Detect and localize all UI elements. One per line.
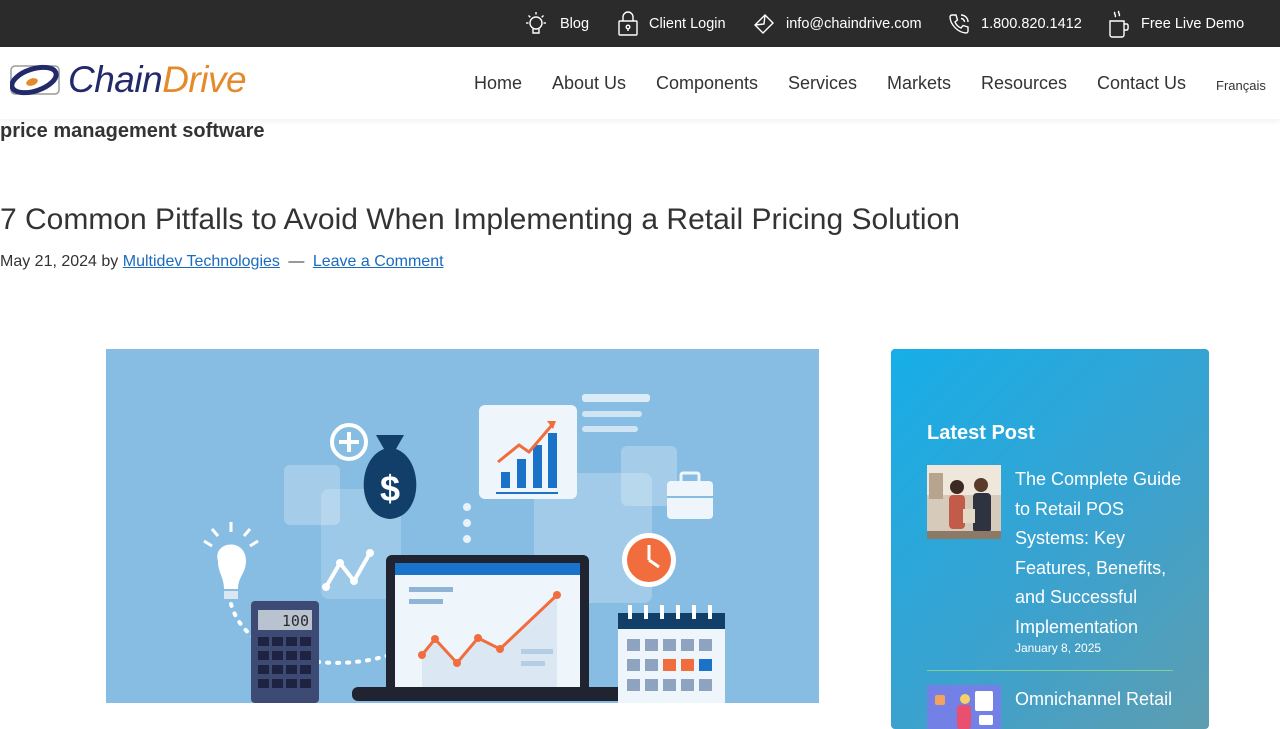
lock-icon (618, 10, 638, 36)
nav-contact-us[interactable]: Contact Us (1097, 47, 1186, 119)
growth-chart-card-icon (479, 405, 577, 499)
nav-language-francais[interactable]: Français (1216, 49, 1266, 121)
nav-about-us[interactable]: About Us (552, 47, 626, 119)
lightbulb-illustration-icon (203, 522, 259, 599)
post-date: May 21, 2024 (0, 253, 97, 270)
site-header: ChainDrive Home About Us Components Serv… (0, 47, 1280, 119)
post-author-link[interactable]: Multidev Technologies (123, 253, 280, 270)
envelope-icon (754, 13, 774, 34)
client-login-label: Client Login (649, 15, 726, 32)
money-bag-icon: $ (363, 435, 417, 519)
second-post-title-link[interactable]: Omnichannel Retail (1015, 685, 1185, 715)
sidebar-title: Latest Post (927, 422, 1035, 444)
latest-post-thumbnail[interactable] (927, 465, 1001, 539)
free-live-demo-label: Free Live Demo (1141, 15, 1245, 32)
blog-label: Blog (560, 15, 590, 32)
pos-shopping-photo (927, 465, 1001, 539)
coffee-cup-icon (1109, 10, 1129, 38)
pricing-illustration: $ 100 (203, 394, 725, 703)
archive-title: price management software (0, 120, 265, 142)
nav-home[interactable]: Home (474, 47, 522, 119)
free-live-demo-link[interactable]: Free Live Demo (1107, 0, 1244, 47)
nav-markets[interactable]: Markets (887, 47, 951, 119)
email-label: info@chaindrive.com (786, 15, 922, 32)
calendar-icon (618, 605, 725, 703)
latest-post-date: January 8, 2025 (1015, 641, 1102, 655)
calculator-display: 100 (282, 612, 309, 630)
nav-resources[interactable]: Resources (981, 47, 1067, 119)
logo-text-drive: Drive (162, 59, 247, 100)
lightbulb-icon (526, 11, 546, 34)
calculator-icon: 100 (251, 601, 319, 703)
clock-icon (622, 533, 676, 587)
logo-swoosh-icon (10, 64, 60, 96)
post-meta: May 21, 2024 by Multidev Technologies — … (0, 253, 444, 271)
logo-text-chain: Chain (68, 59, 163, 100)
sidebar-divider (927, 670, 1173, 671)
latest-post-sidebar: Latest Post The Complete Guide to Retail… (891, 349, 1209, 729)
second-post-thumbnail[interactable] (927, 685, 1001, 729)
laptop-icon (352, 555, 627, 701)
top-utility-bar: Blog Client Login info@chaindrive.com 1.… (0, 0, 1280, 47)
latest-post-title-link[interactable]: The Complete Guide to Retail POS Systems… (1015, 465, 1185, 642)
phone-label: 1.800.820.1412 (981, 15, 1082, 32)
email-link[interactable]: info@chaindrive.com (752, 0, 922, 47)
svg-text:$: $ (380, 468, 400, 509)
plus-circle-icon (330, 423, 368, 461)
phone-icon (949, 13, 969, 34)
blog-link[interactable]: Blog (522, 0, 589, 47)
post-by: by (101, 253, 119, 270)
chaindrive-logo[interactable]: ChainDrive (10, 59, 252, 101)
phone-link[interactable]: 1.800.820.1412 (947, 0, 1082, 47)
client-login-link[interactable]: Client Login (617, 0, 726, 47)
featured-image[interactable]: $ 100 (106, 349, 819, 703)
post-title-link[interactable]: 7 Common Pitfalls to Avoid When Implemen… (0, 203, 960, 237)
nav-services[interactable]: Services (788, 47, 857, 119)
nav-components[interactable]: Components (656, 47, 758, 119)
meta-separator: — (288, 253, 305, 270)
omnichannel-illustration (927, 685, 1001, 729)
leave-comment-link[interactable]: Leave a Comment (313, 253, 444, 270)
